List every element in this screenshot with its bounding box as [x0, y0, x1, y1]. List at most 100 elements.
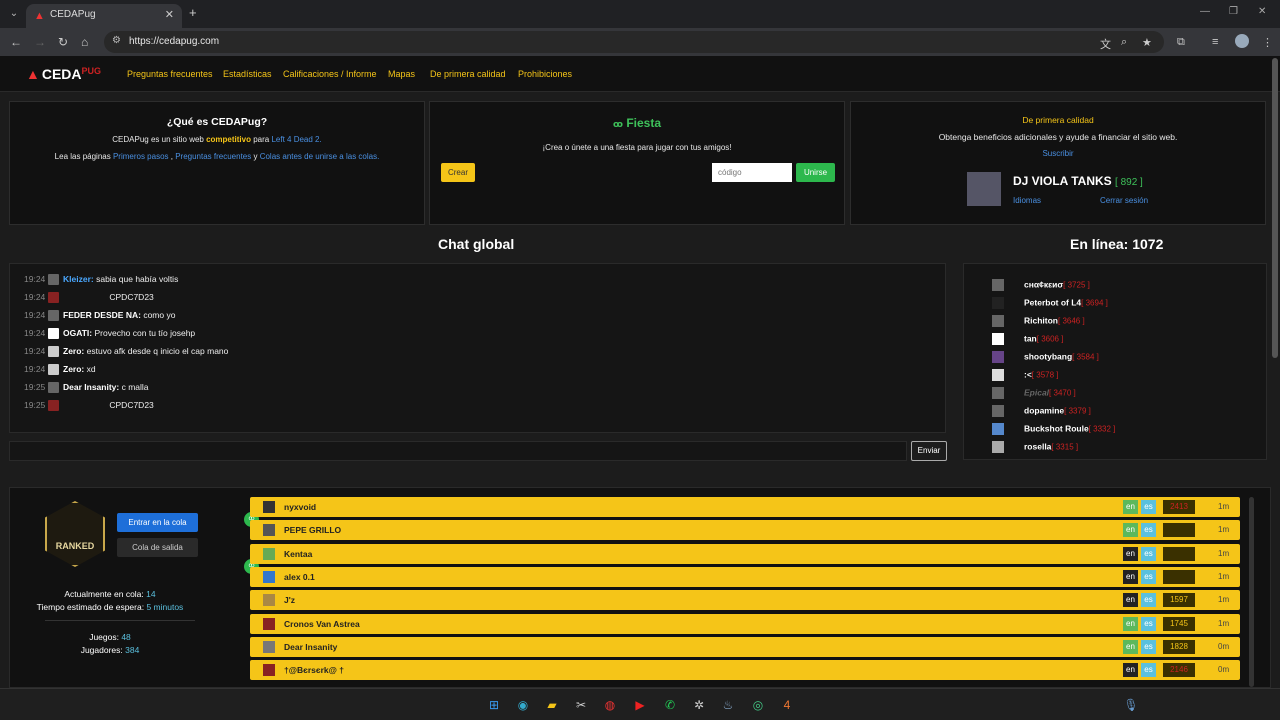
youtube-icon[interactable]: ▶: [632, 697, 648, 713]
queue-player-avatar[interactable]: [263, 547, 275, 560]
start-windows-icon[interactable]: ⊞: [486, 697, 502, 713]
queue-player-avatar[interactable]: [263, 664, 275, 677]
online-user[interactable]: dopamine[ 3379 ]: [992, 405, 1091, 419]
extensions-icon[interactable]: ⧉: [1177, 36, 1185, 49]
online-user-name[interactable]: Epical: [1024, 387, 1049, 397]
chat-avatar[interactable]: [48, 292, 59, 304]
send-button[interactable]: Enviar: [911, 441, 947, 461]
chat-avatar[interactable]: [48, 382, 59, 394]
queue-row[interactable]: Dear Insanity en es 1828 0m: [250, 636, 1240, 657]
back-icon[interactable]: ←: [10, 35, 22, 49]
user-avatar[interactable]: [992, 423, 1004, 435]
online-user-name[interactable]: dopamine: [1024, 405, 1064, 415]
first-steps-link[interactable]: Primeros pasos: [113, 152, 169, 161]
online-user-name[interactable]: Richiton: [1024, 315, 1058, 325]
queue-row[interactable]: nyxvoid en es 2413 1m: [250, 497, 1240, 517]
nav-ratings[interactable]: Calificaciones / Informe: [283, 69, 377, 79]
chat-name[interactable]: Kleizer:: [63, 274, 94, 284]
chat-name[interactable]: Dear Insanity:: [63, 382, 119, 392]
microphone-icon[interactable]: 🎙: [1123, 697, 1139, 713]
reading-list-icon[interactable]: ≡: [1212, 36, 1218, 48]
user-avatar[interactable]: [992, 405, 1004, 417]
queue-player-name[interactable]: Kentaa: [284, 549, 312, 559]
app-icon[interactable]: ◍: [602, 697, 618, 713]
online-user[interactable]: tan[ 3606 ]: [992, 333, 1063, 347]
user-avatar[interactable]: [992, 333, 1004, 345]
queue-player-name[interactable]: nyxvoid: [284, 502, 316, 512]
menu-kebab-icon[interactable]: ⋮: [1262, 36, 1273, 49]
faq-link[interactable]: Preguntas frecuentes: [175, 152, 251, 161]
queue-player-name[interactable]: †@Bєrsєrk@ †: [284, 665, 344, 675]
online-user-name[interactable]: rosella: [1024, 441, 1051, 451]
nav-bans[interactable]: Prohibiciones: [518, 69, 572, 79]
queue-player-avatar[interactable]: [263, 594, 275, 607]
online-user[interactable]: Epical[ 3470 ]: [992, 387, 1076, 401]
online-user-name[interactable]: cнα¢кεиσ: [1024, 279, 1063, 289]
queue-row[interactable]: alex 0.1 en es 1m: [250, 566, 1240, 587]
queue-player-avatar[interactable]: [263, 524, 275, 537]
online-user[interactable]: Buckshot Roule[ 3332 ]: [992, 423, 1115, 437]
site-info-icon[interactable]: ⚙: [112, 35, 121, 46]
zoom-icon[interactable]: ⌕: [1121, 36, 1127, 49]
queue-row[interactable]: J'z en es 1597 1m: [250, 590, 1240, 611]
chat-name[interactable]: FEDER DESDE NA:: [63, 310, 141, 320]
enter-queue-button[interactable]: Entrar en la cola: [117, 513, 198, 532]
user-name[interactable]: DJ VIOLA TANKS: [1013, 174, 1112, 188]
chat-name[interactable]: Zero:: [63, 346, 84, 356]
queues-link[interactable]: Colas antes de unirse a las colas.: [260, 152, 380, 161]
url-text[interactable]: https://cedapug.com: [129, 36, 219, 47]
queue-row[interactable]: †@Bєrsєrk@ † en es 2146 0m: [250, 660, 1240, 681]
user-avatar[interactable]: [992, 369, 1004, 381]
file-explorer-icon[interactable]: ▰: [544, 697, 560, 713]
chat-avatar[interactable]: [48, 346, 59, 358]
snipping-tool-icon[interactable]: ✂: [573, 697, 589, 713]
online-user[interactable]: Peterbot of L4[ 3694 ]: [992, 297, 1108, 311]
tab-close-icon[interactable]: ✕: [165, 8, 174, 21]
chat-avatar[interactable]: [48, 400, 59, 412]
chat-name[interactable]: Zero:: [63, 364, 84, 374]
queue-player-avatar[interactable]: [263, 617, 275, 630]
left4dead-icon[interactable]: 4: [779, 697, 795, 713]
queue-row[interactable]: PEPE GRILLO en es 1m: [250, 520, 1240, 541]
queue-player-name[interactable]: alex 0.1: [284, 572, 315, 582]
online-user[interactable]: shootybang[ 3584 ]: [992, 351, 1099, 365]
chrome-icon[interactable]: ◎: [750, 697, 766, 713]
queue-row[interactable]: Kentaa en es 1m: [250, 543, 1240, 564]
online-user[interactable]: cнα¢кεиσ[ 3725 ]: [992, 279, 1090, 293]
maximize-icon[interactable]: ❐: [1229, 6, 1238, 17]
chat-name[interactable]: OGATI:: [63, 328, 92, 338]
new-tab-icon[interactable]: +: [189, 5, 197, 20]
window-close-icon[interactable]: ✕: [1258, 6, 1266, 17]
user-avatar[interactable]: [992, 279, 1004, 291]
user-avatar[interactable]: [967, 172, 1001, 206]
minimize-icon[interactable]: —: [1200, 6, 1210, 17]
chat-input[interactable]: [9, 441, 907, 461]
home-icon[interactable]: ⌂: [81, 35, 88, 49]
queue-row[interactable]: Cronos Van Astrea en es 1745 1m: [250, 613, 1240, 634]
queue-scrollbar[interactable]: [1249, 497, 1254, 687]
user-avatar[interactable]: [992, 297, 1004, 309]
bookmark-star-icon[interactable]: ★: [1142, 36, 1152, 49]
translate-icon[interactable]: 文: [1100, 36, 1111, 52]
languages-link[interactable]: Idiomas: [1013, 196, 1041, 205]
browser-tab[interactable]: ▲ CEDAPug ✕: [26, 4, 182, 28]
edge-icon[interactable]: ◉: [515, 697, 531, 713]
url-field[interactable]: ⚙ https://cedapug.com: [104, 31, 1164, 53]
chat-avatar[interactable]: [48, 274, 59, 286]
queue-player-avatar[interactable]: [263, 640, 275, 653]
online-user[interactable]: :<[ 3578 ]: [992, 369, 1058, 383]
online-user-name[interactable]: tan: [1024, 333, 1037, 343]
queue-player-avatar[interactable]: [263, 501, 275, 513]
nav-stats[interactable]: Estadísticas: [223, 69, 272, 79]
nav-premium[interactable]: De primera calidad: [430, 69, 506, 79]
forward-icon[interactable]: →: [34, 35, 46, 49]
online-user-name[interactable]: shootybang: [1024, 351, 1072, 361]
subscribe-link[interactable]: Suscribir: [851, 149, 1265, 158]
logout-link[interactable]: Cerrar sesión: [1100, 196, 1148, 205]
chat-avatar[interactable]: [48, 364, 59, 376]
user-avatar[interactable]: [992, 387, 1004, 399]
tab-search-icon[interactable]: ⌄: [6, 6, 22, 22]
queue-player-name[interactable]: PEPE GRILLO: [284, 525, 341, 535]
user-avatar[interactable]: [992, 315, 1004, 327]
online-user-name[interactable]: Buckshot Roule: [1024, 423, 1089, 433]
